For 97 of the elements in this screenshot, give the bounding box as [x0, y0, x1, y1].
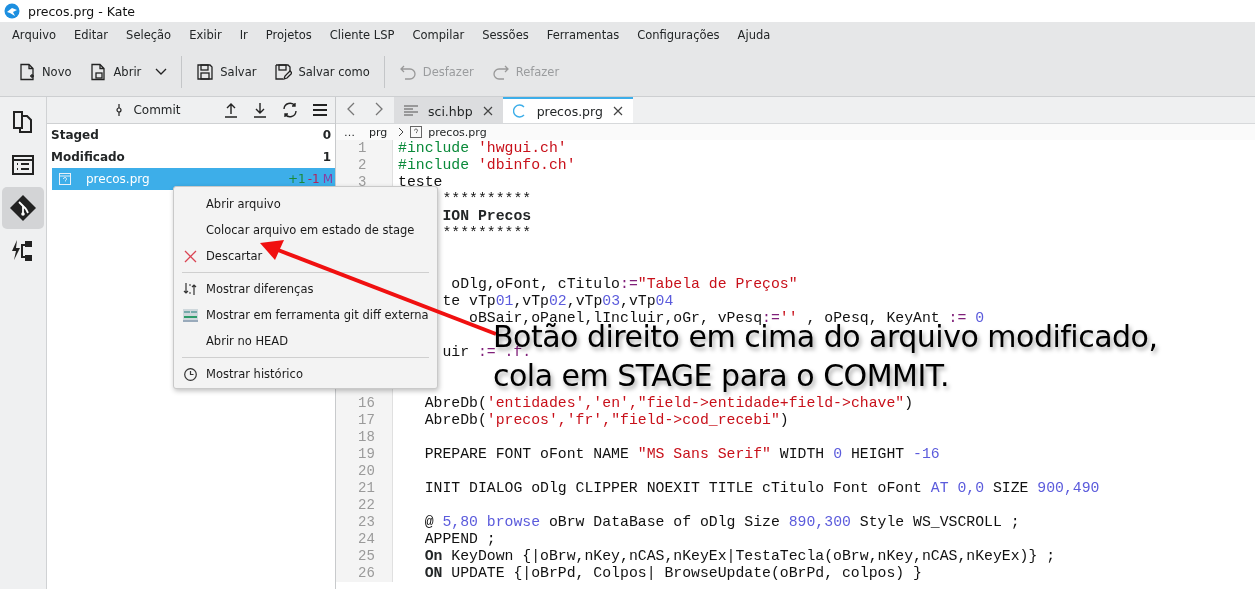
- window-title: precos.prg - Kate: [28, 3, 135, 19]
- line-number: 25: [358, 548, 375, 564]
- save-icon: [196, 63, 215, 81]
- forward-icon[interactable]: [374, 101, 384, 117]
- loading-icon: [512, 104, 527, 118]
- saveas-button[interactable]: Salvar como: [266, 59, 378, 85]
- menu-item[interactable]: Compilar: [403, 28, 474, 42]
- text-file-icon: [404, 105, 418, 117]
- code-line: ON UPDATE {|oBrPd, Colpos| BrowseUpdate(oBrPd, colpos) }: [424, 565, 922, 581]
- refresh-icon[interactable]: [282, 102, 298, 118]
- section-label: Modificado: [51, 150, 125, 164]
- context-menu-item[interactable]: Colocar arquivo em estado de stage: [174, 217, 437, 243]
- section-label: Staged: [51, 128, 99, 142]
- code-line: AbreDb('precos','fr',"field->cod_recebi"): [424, 412, 789, 428]
- code-line: @ 5,80 browse oBrw DataBase of oDlg Size 890,300 Style WS_VSCROLL ;: [424, 514, 1020, 530]
- back-icon[interactable]: [346, 101, 356, 117]
- line-number: 21: [358, 480, 375, 496]
- close-icon[interactable]: [612, 106, 623, 116]
- line-number: 18: [358, 429, 375, 445]
- swap-icon: [183, 282, 197, 296]
- code-line: On KeyDown {|oBrw,nKey,nCAS,nKeyEx|TestaTecla(oBrw,nKey,nCAS,nKeyEx)} ;: [424, 548, 1056, 564]
- list-icon: [11, 153, 35, 177]
- added-count: +1: [287, 172, 306, 186]
- close-icon[interactable]: [482, 106, 493, 116]
- code-line: te vTp01,vTp02,vTp03,vTp04: [442, 293, 674, 309]
- code-line: PREPARE FONT oFont NAME "MS Sans Serif" WIDTH 0 HEIGHT -16: [424, 446, 940, 462]
- code-line: **********: [442, 191, 532, 207]
- git-sidebar-button[interactable]: [2, 187, 44, 229]
- git-icon: [9, 194, 37, 222]
- code-line: #include 'hwgui.ch': [398, 140, 567, 156]
- diff-tool-icon: [182, 308, 198, 322]
- line-number: 20: [358, 463, 375, 479]
- line-number: 23: [358, 514, 375, 530]
- app-logo-icon: [4, 3, 20, 19]
- code-line: APPEND ;: [424, 531, 496, 547]
- push-icon[interactable]: [224, 102, 238, 118]
- menu-item[interactable]: Seleção: [117, 28, 181, 42]
- code-line: teste: [398, 174, 443, 190]
- menu-item[interactable]: Exibir: [180, 28, 231, 42]
- status-letter: M: [322, 172, 333, 186]
- line-number: 3: [358, 174, 367, 190]
- line-number: 24: [358, 531, 375, 547]
- file-name: precos.prg: [86, 172, 151, 186]
- code-line: #include 'dbinfo.ch': [398, 157, 576, 173]
- breadcrumb-item[interactable]: precos.prg: [428, 125, 487, 139]
- redo-icon: [491, 63, 510, 81]
- menu-item[interactable]: Ferramentas: [537, 28, 629, 42]
- code-line: INIT DIALOG oDlg CLIPPER NOEXIT TITLE cTitulo Font oFont AT 0,0 SIZE 900,490: [424, 480, 1100, 496]
- menu-item[interactable]: Projetos: [256, 28, 321, 42]
- dropdown-caret-icon: [155, 68, 168, 76]
- context-menu-item[interactable]: Descartar: [174, 243, 437, 269]
- menu-item[interactable]: Configurações: [628, 28, 729, 42]
- context-menu-item[interactable]: Mostrar diferenças: [174, 276, 437, 302]
- menu-item[interactable]: Sessões: [473, 28, 538, 42]
- chevron-icon: [398, 127, 405, 137]
- line-number: 16: [358, 395, 375, 411]
- pull-icon[interactable]: [253, 102, 267, 118]
- section-count: 1: [322, 150, 331, 164]
- line-number: 22: [358, 497, 375, 513]
- code-line: oDlg,oFont, cTitulo:="Tabela de Preços": [451, 276, 798, 292]
- code-line: AbreDb('entidades','en',"field->entidade+field->chave"): [424, 395, 914, 411]
- new-button[interactable]: Novo: [10, 59, 80, 85]
- unknown-file-icon: [410, 126, 423, 138]
- menu-item[interactable]: Ajuda: [728, 28, 780, 42]
- line-number: 26: [358, 565, 375, 581]
- close-icon: [183, 249, 197, 263]
- save-as-icon: [274, 63, 293, 81]
- new-document-icon: [18, 63, 36, 81]
- context-menu-item[interactable]: Abrir arquivo: [174, 191, 437, 217]
- save-button[interactable]: Salvar: [188, 59, 265, 85]
- documents-icon: [11, 110, 35, 134]
- editor-tab[interactable]: sci.hbp: [394, 97, 503, 123]
- menu-icon[interactable]: [313, 103, 327, 117]
- line-number: 17: [358, 412, 375, 428]
- menu-item[interactable]: Cliente LSP: [320, 28, 404, 42]
- menu-item[interactable]: Editar: [65, 28, 118, 42]
- breadcrumb-item[interactable]: prg: [369, 125, 388, 139]
- context-menu-item[interactable]: Mostrar histórico: [174, 361, 437, 387]
- code-line: ION Precos: [442, 208, 532, 224]
- line-number: 1: [358, 140, 367, 156]
- context-menu-item[interactable]: Abrir no HEAD: [174, 328, 437, 354]
- breadcrumb-item[interactable]: …: [344, 125, 355, 139]
- line-number: 19: [358, 446, 375, 462]
- open-document-icon: [89, 63, 108, 81]
- commit-icon: [115, 103, 124, 117]
- code-line: **********: [442, 225, 532, 241]
- removed-count: -1: [307, 172, 320, 186]
- section-count: 0: [322, 128, 331, 142]
- clock-icon: [183, 367, 197, 381]
- unknown-file-icon: [58, 172, 72, 186]
- menu-item[interactable]: Ir: [230, 28, 257, 42]
- context-menu-item[interactable]: Mostrar em ferramenta git diff externa: [174, 302, 437, 328]
- menu-item[interactable]: Arquivo: [3, 28, 66, 42]
- editor-tab[interactable]: precos.prg: [502, 97, 633, 123]
- open-button[interactable]: Abrir: [81, 59, 176, 85]
- line-number: 2: [358, 157, 367, 173]
- undo-icon: [398, 63, 417, 81]
